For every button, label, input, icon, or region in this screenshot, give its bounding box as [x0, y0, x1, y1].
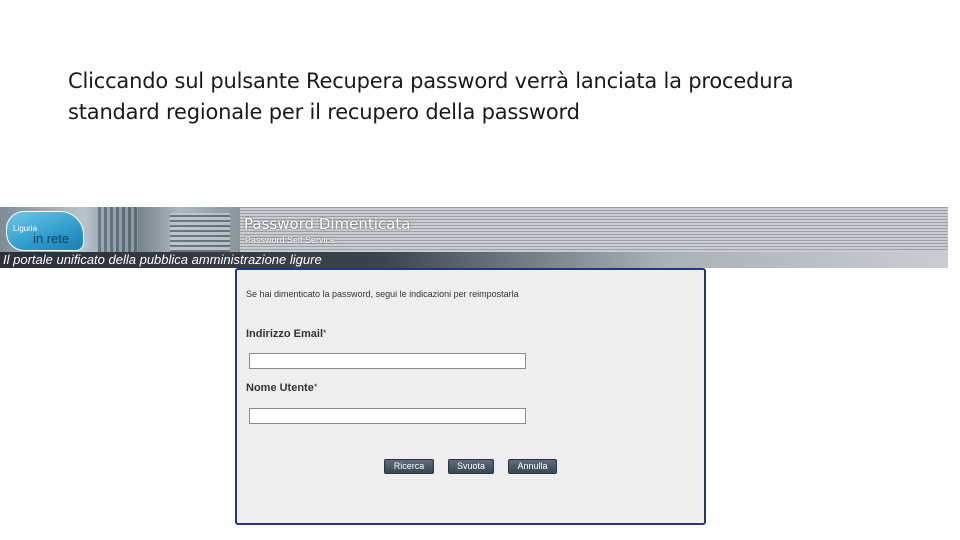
- form-instructions: Se hai dimenticato la password, segui le…: [246, 289, 519, 299]
- logo-big-text: in rete: [33, 231, 70, 246]
- slide-description: Cliccando sul pulsante Recupera password…: [68, 66, 928, 128]
- clear-button[interactable]: Svuota: [448, 459, 494, 474]
- username-label-text: Nome Utente: [246, 382, 314, 394]
- required-marker: *: [313, 382, 318, 392]
- page-subtitle: Password Self Service: [245, 235, 336, 245]
- username-label: Nome Utente*: [246, 382, 317, 394]
- email-label: Indirizzo Email*: [246, 328, 327, 340]
- search-button[interactable]: Ricerca: [384, 459, 434, 474]
- slide-text-line-1: Cliccando sul pulsante Recupera password…: [68, 69, 794, 93]
- page-title: Password Dimenticata: [244, 215, 411, 233]
- portal-header-banner: Liguria in rete Password Dimenticata Pas…: [0, 207, 948, 268]
- liguria-in-rete-logo[interactable]: Liguria in rete: [6, 211, 84, 251]
- email-field[interactable]: [249, 353, 526, 369]
- required-marker: *: [323, 328, 327, 338]
- portal-tagline-strip: Il portale unificato della pubblica ammi…: [0, 252, 948, 268]
- slide-text-line-2: standard regionale per il recupero della…: [68, 100, 580, 124]
- email-label-text: Indirizzo Email: [246, 328, 324, 340]
- portal-tagline: Il portale unificato della pubblica ammi…: [3, 252, 322, 267]
- header-photo-building: [170, 213, 230, 252]
- password-recovery-form: Se hai dimenticato la password, segui le…: [235, 268, 706, 525]
- cancel-button[interactable]: Annulla: [508, 459, 557, 474]
- username-field[interactable]: [249, 408, 526, 424]
- header-photo-building: [98, 207, 138, 252]
